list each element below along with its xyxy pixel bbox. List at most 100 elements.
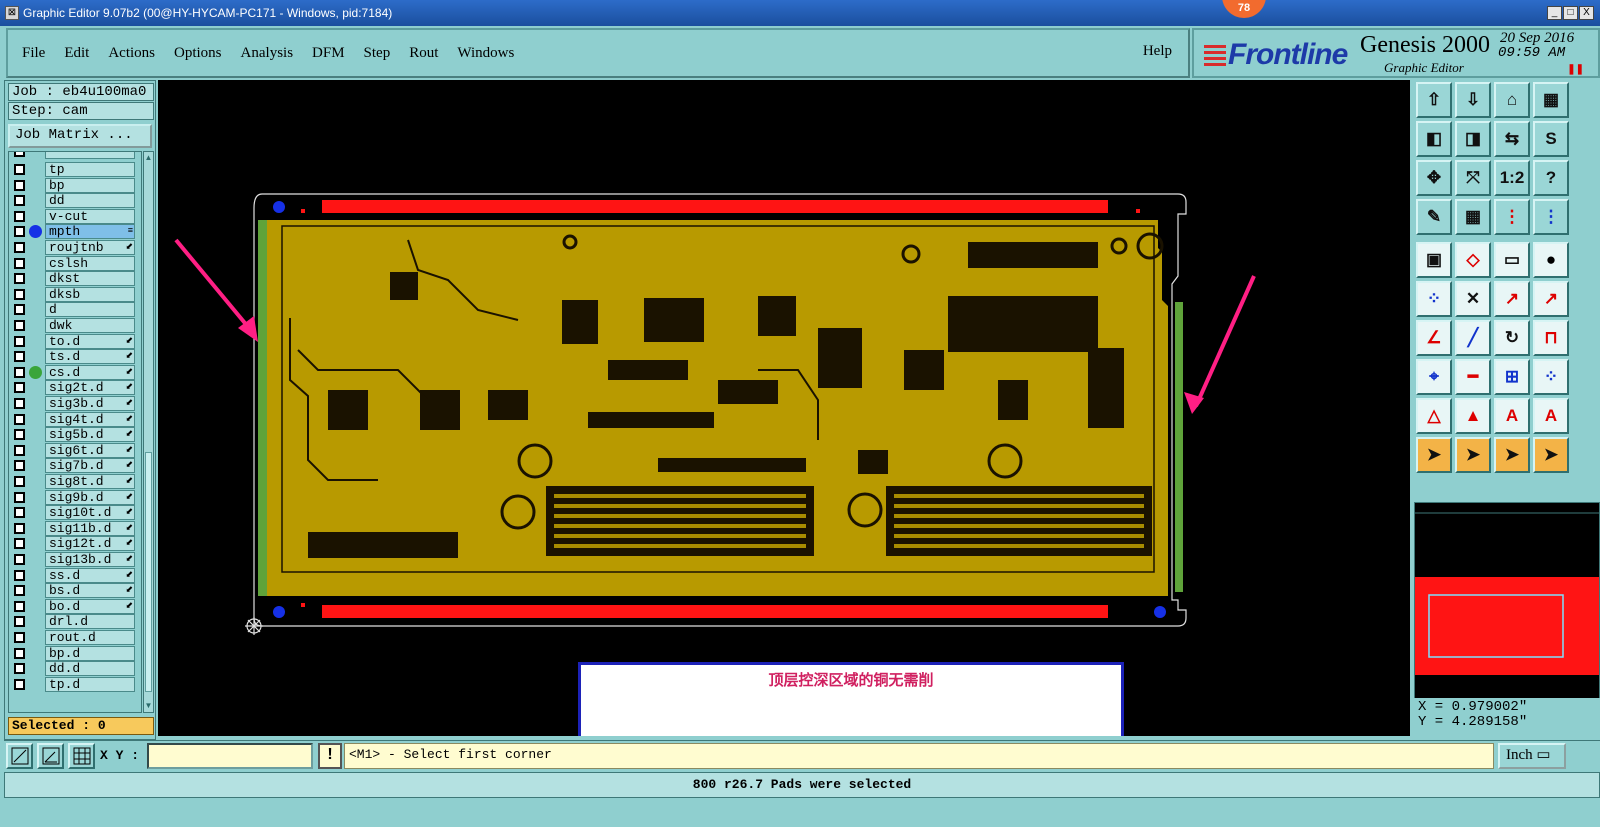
layer-checkbox[interactable] xyxy=(14,304,25,316)
layer-name[interactable]: sig2t.d xyxy=(45,380,135,396)
snake-icon[interactable]: S xyxy=(1533,121,1569,157)
layer-checkbox[interactable] xyxy=(14,647,25,659)
layer-name[interactable]: tp xyxy=(45,162,135,177)
layer-name[interactable]: sig7b.d xyxy=(45,458,135,474)
cross-icon[interactable]: ✕ xyxy=(1455,281,1491,317)
layer-checkbox[interactable] xyxy=(14,538,25,550)
ruler-icon[interactable]: ▭ xyxy=(1494,242,1530,278)
layer-name[interactable]: dd.d xyxy=(45,661,135,677)
menu-edit[interactable]: Edit xyxy=(64,45,89,62)
layer-row[interactable]: tp xyxy=(9,162,141,177)
xy-input[interactable] xyxy=(147,743,313,769)
layer-checkbox[interactable] xyxy=(14,444,25,456)
layer-row[interactable]: sig6t.d ⬋ xyxy=(9,442,141,458)
layer-row[interactable]: sig11b.d ⬋ xyxy=(9,520,141,536)
layer-name[interactable]: d xyxy=(45,302,135,318)
minimize-button[interactable]: _ xyxy=(1547,6,1562,20)
layer-row[interactable]: drl.d xyxy=(9,614,141,630)
layer-checkbox[interactable] xyxy=(14,366,25,378)
select-poly-icon[interactable]: ➤ xyxy=(1494,437,1530,473)
execute-button[interactable]: ! xyxy=(318,743,342,769)
layer-name[interactable]: tp.d xyxy=(45,676,135,692)
layer-row[interactable]: dwk xyxy=(9,318,141,333)
layer-checkbox[interactable] xyxy=(14,507,25,519)
layer-row[interactable]: ts.d ⬋ xyxy=(9,349,141,365)
measure-icon[interactable]: ✎ xyxy=(1416,199,1452,235)
split-icon[interactable]: ⊓ xyxy=(1533,320,1569,356)
layer-row[interactable]: d xyxy=(9,302,141,318)
layer-row[interactable]: sig8t.d ⬋ xyxy=(9,474,141,489)
layer-row[interactable]: sig7b.d ⬋ xyxy=(9,458,141,474)
menu-windows[interactable]: Windows xyxy=(457,45,514,62)
menu-options[interactable]: Options xyxy=(174,45,222,62)
layer-checkbox[interactable] xyxy=(14,210,25,222)
layer-checkbox[interactable] xyxy=(14,226,25,238)
layer-checkbox[interactable] xyxy=(14,382,25,394)
layer-checkbox[interactable] xyxy=(14,585,25,597)
triangle-icon[interactable]: △ xyxy=(1416,398,1452,434)
layer-checkbox[interactable] xyxy=(14,273,25,285)
layer-row[interactable]: sig10t.d ⬋ xyxy=(9,505,141,521)
layer-row[interactable]: sig13b.d ⬋ xyxy=(9,552,141,567)
home-icon[interactable]: ⌂ xyxy=(1494,82,1530,118)
layers-red-icon[interactable]: ⋮ xyxy=(1494,199,1530,235)
minus-icon[interactable]: ━ xyxy=(1455,359,1491,395)
layer-checkbox[interactable] xyxy=(14,476,25,487)
flip-icon[interactable]: ⇆ xyxy=(1494,121,1530,157)
select-icon[interactable]: ➤ xyxy=(1416,437,1452,473)
layer-row[interactable]: dd.d xyxy=(9,661,141,677)
layer-checkbox[interactable] xyxy=(14,522,25,534)
layer-row[interactable]: ss.d ⬋ xyxy=(9,567,141,583)
layer-row[interactable]: sig5b.d ⬋ xyxy=(9,427,141,443)
graphic-canvas[interactable]: 顶层控深区域的铜无需削 xyxy=(158,80,1410,736)
layer-checkbox[interactable] xyxy=(14,632,25,643)
scroll-down-icon[interactable]: ▼ xyxy=(144,700,153,712)
layer-row[interactable]: sig12t.d ⬋ xyxy=(9,536,141,552)
layer-name[interactable]: sig6t.d xyxy=(45,442,135,458)
menu-step[interactable]: Step xyxy=(364,45,391,62)
layer-name[interactable]: to.d xyxy=(45,333,135,349)
layer-checkbox[interactable] xyxy=(14,320,25,331)
layer-row[interactable]: v-cut xyxy=(9,208,141,224)
layer-checkbox[interactable] xyxy=(14,491,25,503)
layer-name[interactable]: sig4t.d xyxy=(45,411,135,427)
layer-name[interactable]: sig3b.d xyxy=(45,396,135,411)
layer-checkbox[interactable] xyxy=(14,554,25,565)
layer-name[interactable]: dd xyxy=(45,193,135,209)
maximize-button[interactable]: □ xyxy=(1563,6,1578,20)
layer-name[interactable]: drl.d xyxy=(45,614,135,630)
layer-row[interactable]: cs.d ⬋ xyxy=(9,364,141,380)
query-icon[interactable]: ? xyxy=(1533,160,1569,196)
layer-name[interactable]: bo.d xyxy=(45,598,135,614)
layer-checkbox[interactable] xyxy=(14,413,25,425)
connect-icon[interactable]: ⁘ xyxy=(1416,281,1452,317)
scale-icon[interactable]: 1:2 xyxy=(1494,160,1530,196)
layer-name[interactable]: sig12t.d xyxy=(45,536,135,552)
layer-row[interactable]: rout.d xyxy=(9,630,141,645)
triangle2-icon[interactable]: ▲ xyxy=(1455,398,1491,434)
scroll-up-icon[interactable]: ▲ xyxy=(144,152,153,164)
layer-row[interactable]: bo.d ⬋ xyxy=(9,598,141,614)
layer-row[interactable]: to.d ⬋ xyxy=(9,333,141,349)
layer-row[interactable]: bp.d xyxy=(9,645,141,661)
pad-icon[interactable]: ▣ xyxy=(1416,242,1452,278)
layer-checkbox[interactable] xyxy=(14,335,25,347)
menu-help[interactable]: Help xyxy=(1143,43,1172,60)
layer-row[interactable]: sig9b.d ⬋ xyxy=(9,489,141,505)
menu-dfm[interactable]: DFM xyxy=(312,45,345,62)
layer-name[interactable]: v-cut xyxy=(45,208,135,224)
layer-row[interactable]: cslsh xyxy=(9,255,141,271)
fit-icon[interactable]: ⤧ xyxy=(1455,160,1491,196)
zoom-window-icon[interactable]: ▦ xyxy=(1533,82,1569,118)
triangle3-icon[interactable]: A xyxy=(1494,398,1530,434)
line2-icon[interactable]: ╱ xyxy=(1455,320,1491,356)
layer-name[interactable]: dksb xyxy=(45,286,135,302)
mini-map[interactable] xyxy=(1414,502,1600,720)
layer-row[interactable]: dkst xyxy=(9,271,141,287)
scroll-thumb[interactable] xyxy=(145,452,152,692)
layer-scrollbar[interactable]: ▲ ▼ xyxy=(143,151,154,713)
move-up-icon[interactable]: ⇧ xyxy=(1416,82,1452,118)
layer-name[interactable]: cs.d xyxy=(45,364,135,380)
layer-name[interactable]: sig10t.d xyxy=(45,505,135,521)
dot-icon[interactable]: ● xyxy=(1533,242,1569,278)
